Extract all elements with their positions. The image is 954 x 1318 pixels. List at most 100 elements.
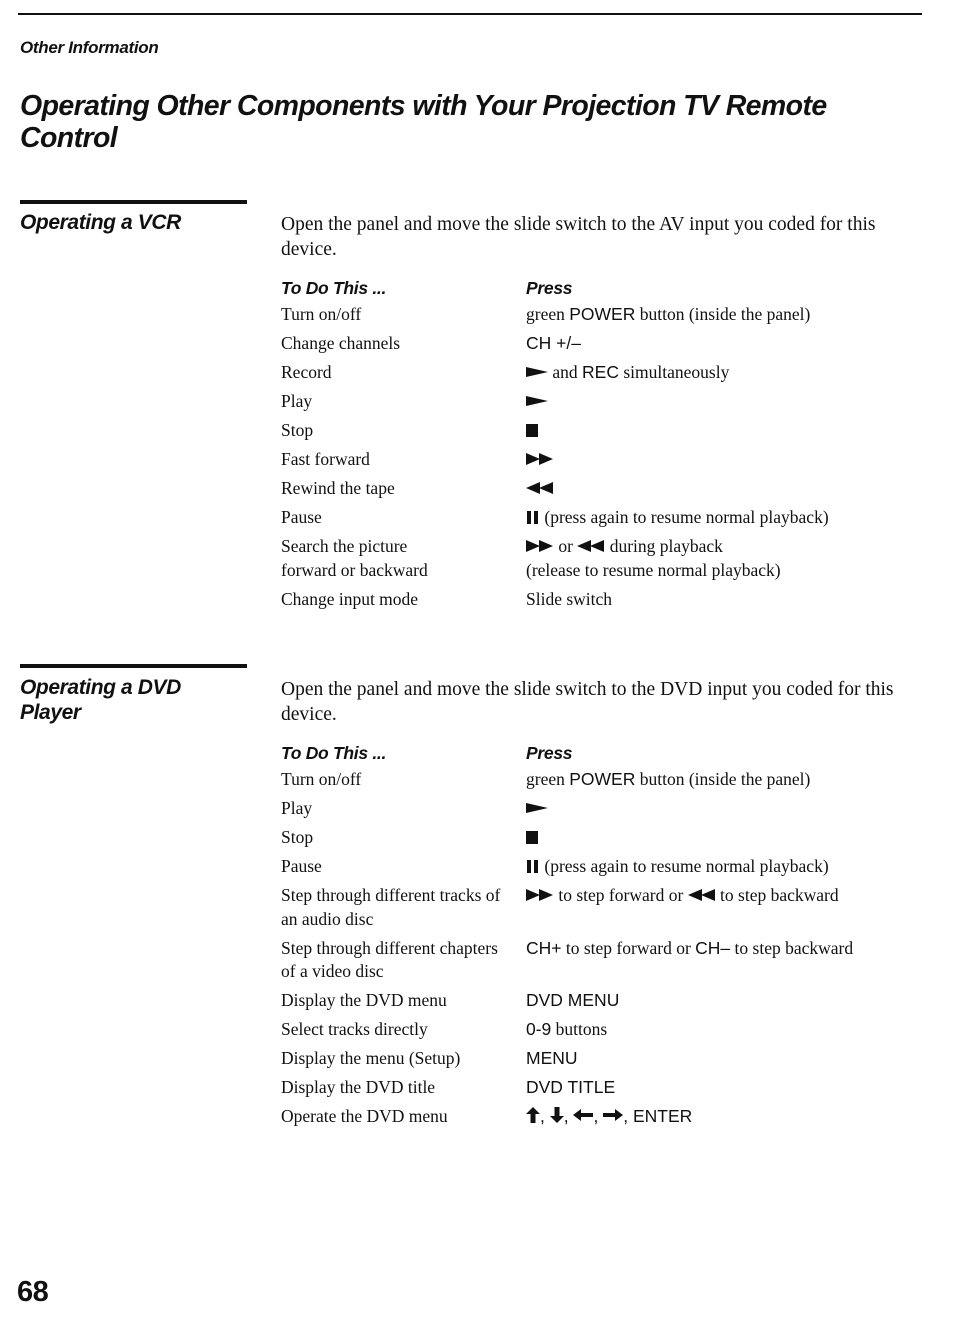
press-text: buttons <box>551 1019 608 1039</box>
section-rule <box>20 664 247 668</box>
table-row: Stop <box>281 826 921 850</box>
press-line: or during playback <box>526 535 921 559</box>
title-line: Player <box>20 701 81 724</box>
press-text: to step forward or <box>561 937 696 958</box>
key-label: REC <box>582 362 619 382</box>
table-row: Turn on/off green POWER button (inside t… <box>281 768 921 792</box>
press-text: to step forward or <box>554 885 688 905</box>
separator: , <box>623 1106 633 1126</box>
page-title: Operating Other Components with Your Pro… <box>20 90 827 154</box>
key-label: CH+ <box>526 937 562 958</box>
press-cell: and REC simultaneously <box>526 361 921 385</box>
todo-cell: Operate the DVD menu <box>281 1106 448 1126</box>
press-cell: Slide switch <box>526 588 613 609</box>
todo-cell: Display the DVD title <box>281 1077 436 1097</box>
press-text: to step backward <box>730 937 854 958</box>
todo-cell: Record <box>281 362 332 382</box>
key-label: DVD TITLE <box>526 1077 616 1097</box>
todo-line: forward or backward <box>281 559 428 580</box>
table-row: Display the menu (Setup) MENU <box>281 1047 921 1071</box>
press-text: simultaneously <box>618 362 730 382</box>
rewind-icon <box>687 888 715 901</box>
press-text: green <box>526 769 570 789</box>
stop-icon <box>526 831 538 845</box>
stop-icon <box>526 424 538 438</box>
press-cell: , , , , ENTER <box>526 1105 921 1129</box>
todo-cell: Play <box>281 391 313 411</box>
press-cell: CH +/– <box>526 332 921 356</box>
key-label: POWER <box>569 304 636 324</box>
play-icon <box>526 395 548 406</box>
dvd-table: To Do This ... Press Turn on/off green P… <box>281 738 921 1134</box>
todo-line: Step through different tracks of <box>281 885 501 905</box>
press-cell: green POWER button (inside the panel) <box>526 303 921 327</box>
separator: , <box>540 1106 550 1126</box>
todo-cell: Change channels <box>281 333 401 353</box>
table-row: Record and REC simultaneously <box>281 361 921 385</box>
table-row: Operate the DVD menu , , , , ENTER <box>281 1105 921 1129</box>
press-text: green <box>526 304 570 324</box>
title-line: Operating a DVD <box>20 676 181 699</box>
key-label: CH– <box>695 937 731 958</box>
top-rule <box>18 13 922 15</box>
press-text: (press again to resume normal playback) <box>540 507 829 527</box>
press-cell <box>526 826 921 850</box>
dvd-intro: Open the panel and move the slide switch… <box>281 679 894 725</box>
col-header-todo: To Do This ... <box>281 277 387 298</box>
play-icon <box>526 802 548 813</box>
press-cell <box>526 419 921 443</box>
table-row: Change input mode Slide switch <box>281 588 921 612</box>
pause-icon <box>527 511 538 525</box>
todo-cell: Fast forward <box>281 449 370 469</box>
arrow-left-icon <box>573 1109 594 1122</box>
press-text: and <box>548 362 583 382</box>
press-cell <box>526 477 921 501</box>
table-row: Pause (press again to resume normal play… <box>281 506 921 530</box>
col-header-press: Press <box>526 742 573 763</box>
table-row: Search the picture forward or backward or… <box>281 535 921 582</box>
fast-forward-icon <box>526 539 553 552</box>
press-cell: (press again to resume normal playback) <box>526 506 921 530</box>
todo-cell: Stop <box>281 827 314 847</box>
todo-cell: Step through different chapters of a vide… <box>281 937 526 984</box>
todo-line: Search the picture <box>281 536 408 556</box>
table-row: Pause (press again to resume normal play… <box>281 855 921 879</box>
separator: , <box>593 1106 604 1126</box>
section-rule <box>20 200 247 204</box>
press-cell: 0-9 buttons <box>526 1018 921 1042</box>
arrow-right-icon <box>603 1109 624 1122</box>
todo-line: of a video disc <box>281 961 384 981</box>
press-cell: to step forward or to step backward <box>526 884 921 931</box>
table-row: Display the DVD menu DVD MENU <box>281 989 921 1013</box>
press-cell: CH+ to step forward or CH– to step backw… <box>526 937 921 984</box>
key-label: 0-9 <box>526 1019 552 1039</box>
todo-cell: Change input mode <box>281 588 419 609</box>
fast-forward-icon <box>526 888 553 901</box>
running-head: Other Information <box>20 38 159 57</box>
press-cell <box>526 797 921 821</box>
rewind-icon <box>577 539 605 552</box>
table-row: Turn on/off green POWER button (inside t… <box>281 303 921 327</box>
press-cell: or during playback (release to resume no… <box>526 535 921 582</box>
table-row: Step through different chapters of a vide… <box>281 937 921 984</box>
table-row: Fast forward <box>281 448 921 472</box>
todo-line: an audio disc <box>281 908 374 929</box>
key-label: ENTER <box>632 1106 693 1126</box>
arrow-up-icon <box>526 1107 540 1124</box>
press-text: button (inside the panel) <box>635 769 811 789</box>
col-header-todo: To Do This ... <box>281 742 387 763</box>
todo-cell: Step through different tracks of an audio… <box>281 884 526 931</box>
todo-line: Step through different chapters <box>281 937 498 958</box>
table-row: Play <box>281 390 921 414</box>
press-cell <box>526 390 921 414</box>
table-header: To Do This ... Press <box>281 273 921 303</box>
todo-cell: Display the DVD menu <box>281 990 447 1010</box>
table-row: Stop <box>281 419 921 443</box>
table-header: To Do This ... Press <box>281 738 921 768</box>
todo-cell: Pause <box>281 856 322 876</box>
fast-forward-icon <box>526 452 553 465</box>
key-label: MENU <box>526 1048 578 1068</box>
play-icon <box>526 366 548 377</box>
todo-cell: Rewind the tape <box>281 478 395 498</box>
press-text: (press again to resume normal playback) <box>540 856 829 876</box>
